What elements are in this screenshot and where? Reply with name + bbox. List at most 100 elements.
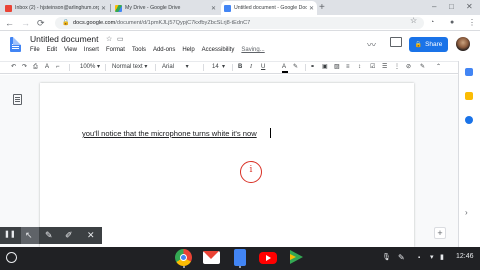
pause-icon[interactable]: ❚❚ <box>4 229 16 241</box>
spellcheck-icon[interactable]: A <box>45 62 49 73</box>
font-size-value: 14 <box>212 64 219 70</box>
star-icon[interactable]: ☆ <box>106 35 112 43</box>
reload-icon[interactable]: ⟳ <box>37 17 45 29</box>
tasks-icon[interactable] <box>465 116 473 124</box>
add-comment-icon[interactable]: ▣ <box>322 62 328 73</box>
numbered-list-icon[interactable]: ⋮ <box>394 62 400 73</box>
play-store-app-icon[interactable] <box>287 249 304 266</box>
menu-view[interactable]: View <box>64 47 77 56</box>
toolbar-divider <box>155 64 156 71</box>
tab-separator <box>110 4 111 12</box>
activity-trend-icon[interactable]: 〰 <box>367 38 376 51</box>
insert-image-icon[interactable]: ▨ <box>334 62 340 73</box>
stylus-tray-icon[interactable]: ✎ <box>398 253 405 263</box>
menu-format[interactable]: Format <box>106 47 125 56</box>
menu-accessibility[interactable]: Accessibility <box>202 47 235 56</box>
explore-button[interactable]: + <box>434 227 446 239</box>
clear-format-icon[interactable]: ⊘ <box>406 62 411 73</box>
microphone-tray-icon[interactable]: 🎙 <box>382 253 391 263</box>
calendar-icon[interactable] <box>465 68 473 76</box>
docs-app-icon[interactable] <box>234 249 246 266</box>
last-edit-status[interactable]: Saving... <box>241 47 264 56</box>
url-domain: docs.google.com <box>73 20 116 26</box>
tab-title: My Drive - Google Drive <box>125 5 181 11</box>
document-outline-icon[interactable] <box>13 94 22 105</box>
move-folder-icon[interactable]: ▭ <box>117 35 124 43</box>
running-indicator <box>239 266 241 268</box>
font-size-select[interactable]: 14 ▾ <box>212 62 225 73</box>
menu-addons[interactable]: Add-ons <box>153 47 175 56</box>
maximize-icon[interactable]: □ <box>449 1 454 13</box>
menu-insert[interactable]: Insert <box>84 47 99 56</box>
close-icon[interactable]: ✕ <box>101 5 106 12</box>
forward-icon[interactable]: → <box>21 17 30 29</box>
back-icon[interactable]: ← <box>5 17 14 29</box>
minimize-icon[interactable]: – <box>432 1 436 13</box>
bookmark-star-icon[interactable]: ☆ <box>410 16 417 25</box>
toolbar-divider <box>232 64 233 71</box>
align-icon[interactable]: ≡ <box>346 62 350 73</box>
italic-icon[interactable]: I <box>250 62 252 73</box>
font-select[interactable]: Arial ▾ <box>162 62 189 73</box>
zoom-value: 100% <box>80 64 96 70</box>
address-bar[interactable]: 🔒 docs.google.com/document/d/1pmKJLj57Qy… <box>55 17 424 29</box>
document-page[interactable] <box>40 83 414 247</box>
menu-file[interactable]: File <box>30 47 40 56</box>
text-color-swatch <box>282 71 288 73</box>
docs-logo-icon[interactable] <box>10 37 21 52</box>
notification-icon[interactable]: ▪ <box>418 253 420 263</box>
editing-mode-icon[interactable]: ✎ <box>420 62 425 73</box>
tab-title: Inbox (2) - hjsteinson@arlinghum.org <box>15 5 99 11</box>
tab-inbox[interactable]: Inbox (2) - hjsteinson@arlinghum.org ✕ <box>2 1 109 15</box>
pen-icon[interactable]: ✎ <box>45 229 53 241</box>
menu-icon[interactable]: ⋮ <box>468 17 476 29</box>
youtube-app-icon[interactable] <box>259 252 277 264</box>
new-tab-icon[interactable]: + <box>319 2 325 13</box>
menu-edit[interactable]: Edit <box>47 47 57 56</box>
highlighter-icon[interactable]: ✐ <box>65 229 73 241</box>
highlight-icon[interactable]: ✎ <box>293 62 298 73</box>
document-body-text[interactable]: you'll notice that the microphone turns … <box>82 129 257 138</box>
share-label: Share <box>425 41 443 48</box>
chrome-app-icon[interactable] <box>175 249 192 266</box>
style-select[interactable]: Normal text ▾ <box>112 62 147 73</box>
close-icon[interactable]: ✕ <box>309 5 314 12</box>
gmail-app-icon[interactable] <box>203 251 220 264</box>
clock[interactable]: 12:46 <box>456 253 474 260</box>
profile-icon[interactable]: ● <box>450 17 454 29</box>
close-annotation-icon[interactable]: ✕ <box>87 229 95 241</box>
wifi-icon[interactable]: ▾ <box>430 253 434 263</box>
print-icon[interactable]: ⎙ <box>33 62 38 73</box>
pointer-arrow-icon[interactable]: ↖ <box>25 229 33 241</box>
microphone-indicator-icon[interactable]: i <box>240 161 262 183</box>
menu-tools[interactable]: Tools <box>132 47 146 56</box>
battery-icon[interactable]: ▮ <box>440 253 444 263</box>
close-icon[interactable]: ✕ <box>211 5 216 12</box>
close-window-icon[interactable]: ✕ <box>466 1 473 13</box>
bold-icon[interactable]: B <box>238 62 242 73</box>
undo-icon[interactable]: ↶ <box>11 62 16 73</box>
comment-icon[interactable] <box>390 37 402 47</box>
extension-icon[interactable]: ◔ <box>430 17 434 29</box>
collapse-toolbar-icon[interactable]: ⌃ <box>436 62 441 73</box>
launcher-icon[interactable] <box>6 252 17 263</box>
underline-icon[interactable]: U <box>261 62 265 73</box>
tab-drive[interactable]: My Drive - Google Drive ✕ <box>112 1 219 15</box>
tab-docs[interactable]: Untitled document - Google Docs ✕ <box>221 1 317 15</box>
toolbar-divider <box>105 64 106 71</box>
avatar[interactable] <box>456 37 470 51</box>
bulleted-list-icon[interactable]: ☰ <box>382 62 387 73</box>
zoom-select[interactable]: 100% ▾ <box>80 62 100 73</box>
redo-icon[interactable]: ↷ <box>22 62 27 73</box>
link-icon[interactable]: ⚭ <box>310 62 315 73</box>
checklist-icon[interactable]: ☑ <box>370 62 375 73</box>
drive-favicon-icon <box>115 4 122 12</box>
expand-panel-icon[interactable]: › <box>465 208 468 217</box>
menu-help[interactable]: Help <box>182 47 194 56</box>
gmail-favicon-icon <box>5 4 12 12</box>
line-spacing-icon[interactable]: ↕ <box>358 62 361 73</box>
keep-icon[interactable] <box>465 92 473 100</box>
paint-format-icon[interactable]: ⌐ <box>56 62 60 73</box>
document-title[interactable]: Untitled document <box>30 34 99 44</box>
share-button[interactable]: 🔒 Share <box>409 37 448 52</box>
